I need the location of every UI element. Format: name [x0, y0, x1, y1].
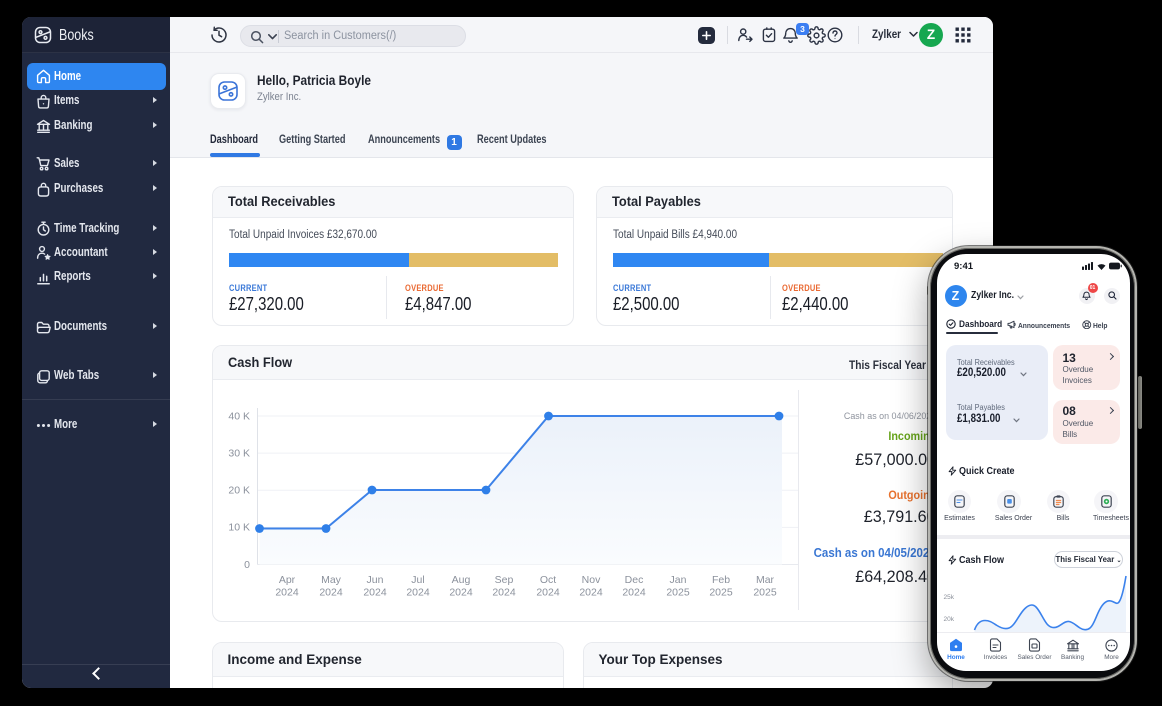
svg-text:2025: 2025	[709, 587, 733, 599]
svg-text:Sep: Sep	[495, 574, 514, 586]
svg-text:2024: 2024	[406, 587, 430, 599]
svg-text:Nov: Nov	[582, 574, 601, 586]
svg-text:2024: 2024	[492, 587, 516, 599]
svg-text:Jun: Jun	[367, 574, 384, 586]
svg-text:20 K: 20 K	[228, 485, 250, 497]
svg-text:2025: 2025	[753, 587, 777, 599]
svg-text:2024: 2024	[536, 587, 560, 599]
svg-text:2024: 2024	[319, 587, 343, 599]
svg-text:40 K: 40 K	[228, 411, 250, 423]
svg-text:2025: 2025	[666, 587, 690, 599]
svg-text:2024: 2024	[622, 587, 646, 599]
svg-text:May: May	[321, 574, 342, 586]
svg-text:Mar: Mar	[756, 574, 775, 586]
svg-text:Jan: Jan	[670, 574, 687, 586]
svg-text:Oct: Oct	[540, 574, 556, 586]
svg-text:Aug: Aug	[452, 574, 471, 586]
svg-text:2024: 2024	[449, 587, 473, 599]
svg-text:30 K: 30 K	[228, 448, 250, 460]
svg-text:Jul: Jul	[411, 574, 424, 586]
svg-text:2024: 2024	[363, 587, 387, 599]
svg-text:2024: 2024	[579, 587, 603, 599]
svg-text:10 K: 10 K	[228, 522, 250, 534]
svg-text:0: 0	[244, 559, 250, 571]
svg-text:Apr: Apr	[279, 574, 296, 586]
svg-text:Feb: Feb	[712, 574, 730, 586]
svg-text:2024: 2024	[275, 587, 299, 599]
svg-text:Dec: Dec	[625, 574, 644, 586]
